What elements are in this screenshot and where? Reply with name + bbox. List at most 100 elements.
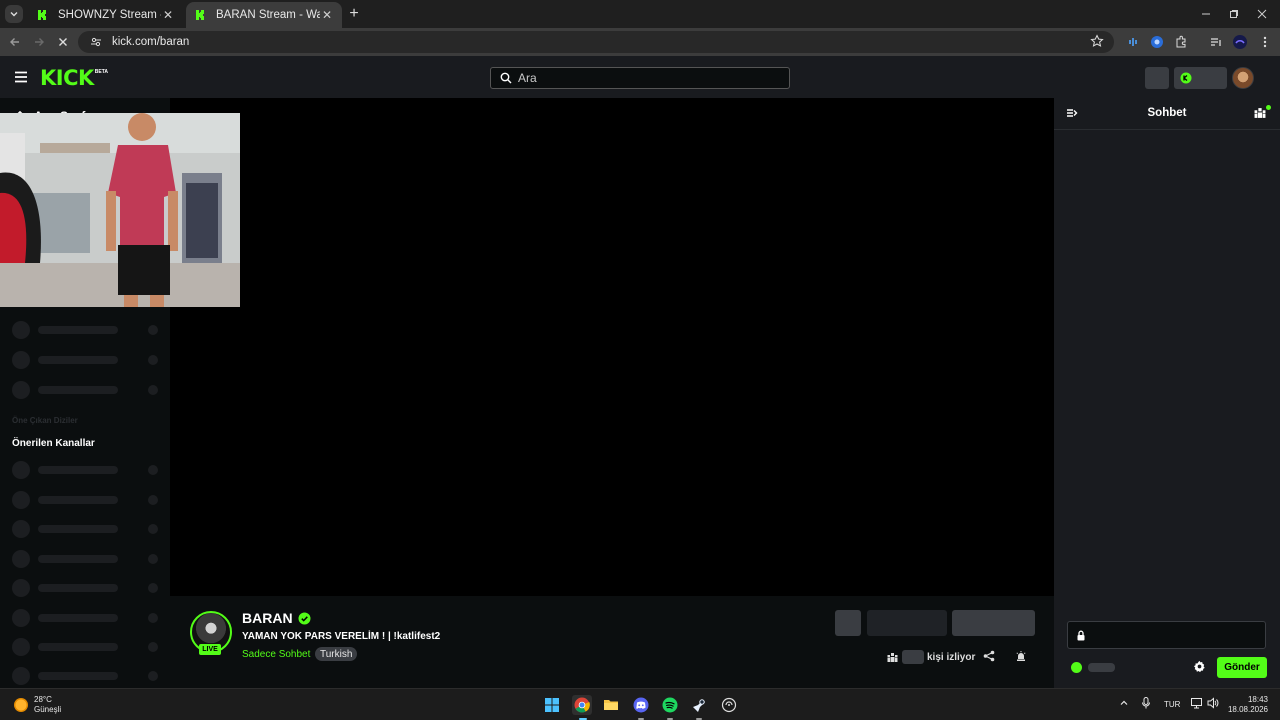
folder-icon [604,700,618,710]
back-button[interactable] [5,32,25,52]
taskbar-steam[interactable] [689,695,709,715]
chevron-down-icon [10,12,18,17]
network-icon[interactable] [1191,697,1203,709]
restore-icon [1230,10,1238,18]
skeleton-action-button[interactable] [835,610,861,636]
weather-condition: Güneşli [34,705,62,714]
tab-search-button[interactable] [5,5,23,23]
url-text: kick.com/baran [112,36,190,48]
sidebar-channel-skeleton [12,579,160,597]
viewer-count-skeleton [902,650,924,664]
skeleton-follow-button[interactable] [952,610,1035,636]
microphone-icon[interactable] [1141,697,1151,709]
kick-favicon-icon [194,8,208,22]
bookmark-star-icon[interactable] [1090,34,1104,48]
close-icon[interactable]: ✕ [320,8,334,22]
system-clock[interactable]: 18:43 18.08.2026 [1226,695,1268,715]
extension-audio-icon[interactable] [1124,33,1142,51]
sidebar-channel-skeleton [12,321,160,339]
chat-panel: Sohbet Gönder [1054,98,1280,688]
minimize-button[interactable] [1195,4,1217,24]
chat-users-button[interactable] [1254,107,1266,119]
windows-taskbar: 28°C Güneşli TUR 18:43 18.08.2026 [0,688,1280,720]
forward-button[interactable] [29,32,49,52]
lock-icon [1077,630,1085,640]
weather-widget[interactable]: 28°C Güneşli [14,695,61,715]
webcam-preview-image[interactable] [0,113,240,307]
stream-language-tag[interactable]: Turkish [315,647,358,661]
sidebar-channel-skeleton [12,461,160,479]
skeleton-action-button[interactable] [867,610,947,636]
profile-avatar-icon[interactable] [1231,33,1249,51]
taskbar-chrome[interactable] [572,695,592,715]
spotify-icon [662,697,678,713]
send-message-button[interactable]: Gönder [1217,657,1267,678]
clock-time: 18:43 [1247,695,1268,704]
sidebar-channel-skeleton [12,638,160,656]
taskbar-spotify[interactable] [660,695,680,715]
search-input[interactable] [518,71,778,85]
close-icon[interactable]: ✕ [161,8,175,22]
browser-menu-icon[interactable] [1256,33,1274,51]
taskbar-file-explorer[interactable] [601,695,621,715]
browser-tab-bar: SHOWNZY Stream - Watch Live ✕ BARAN Stre… [0,0,1280,28]
share-button[interactable] [983,650,997,664]
new-tab-button[interactable]: + [345,5,363,23]
menu-toggle-button[interactable] [13,69,29,85]
live-badge: LIVE [199,644,221,655]
verified-badge-icon [298,612,311,624]
keyboard-language[interactable]: TUR [1164,700,1180,709]
sidebar-channel-skeleton [12,491,160,509]
kick-logo[interactable]: KICK BETA [40,68,108,89]
tab-title: SHOWNZY Stream - Watch Live [58,9,161,21]
channel-name-row[interactable]: BARAN [242,610,311,626]
sidebar-channel-skeleton [12,351,160,369]
kick-points-icon[interactable] [1071,662,1082,673]
user-avatar[interactable] [1232,67,1254,89]
stream-category-link[interactable]: Sadece Sohbet [242,649,310,660]
browser-tab-showznzy[interactable]: SHOWNZY Stream - Watch Live ✕ [28,2,183,28]
channel-name[interactable]: BARAN [242,610,293,626]
stop-loading-button[interactable] [53,32,73,52]
kick-points-button[interactable] [1174,67,1227,89]
chat-settings-button[interactable] [1193,660,1206,673]
chat-title: Sohbet [1147,107,1187,119]
arrow-left-icon [10,38,19,46]
search-box[interactable] [490,67,790,89]
volume-icon[interactable] [1207,697,1219,709]
app-icon [721,697,737,713]
share-icon [983,650,995,662]
report-button[interactable] [1015,650,1029,664]
taskbar-discord[interactable] [631,695,651,715]
top-navigation: KICK BETA [0,56,1280,98]
nav-skeleton-button[interactable] [1145,67,1169,89]
windows-start-button[interactable] [542,695,562,715]
sidebar-channel-skeleton [12,609,160,627]
restore-button[interactable] [1223,4,1245,24]
clock-date: 18.08.2026 [1227,705,1268,714]
extension-shield-icon[interactable] [1148,33,1166,51]
video-player[interactable] [170,98,1054,596]
chat-input-box[interactable] [1067,621,1266,649]
viewers-icon [887,652,898,662]
site-info-icon[interactable] [88,34,104,50]
online-indicator [1266,105,1271,110]
media-controls-icon[interactable] [1207,33,1225,51]
address-bar[interactable]: kick.com/baran [78,31,1114,53]
users-icon [1254,108,1266,118]
gear-icon [1193,660,1205,673]
extensions-puzzle-icon[interactable] [1172,33,1190,51]
chat-message-input[interactable] [1092,629,1262,641]
search-icon [500,72,512,84]
tray-overflow-chevron-up-icon[interactable] [1119,698,1129,708]
taskbar-app[interactable] [719,695,739,715]
close-window-button[interactable] [1251,4,1273,24]
kick-points-icon [1180,72,1192,84]
kick-app: KICK BETA Ana Sayfa Öne Çıkan Diziler Ön… [0,56,1280,688]
sun-icon [14,698,28,712]
points-balance-skeleton [1088,663,1115,672]
windows-logo-icon [545,698,559,712]
arrow-right-icon [35,38,44,46]
browser-tab-baran[interactable]: BARAN Stream - Watch Live on ✕ [186,2,342,28]
kick-favicon-icon [36,8,50,22]
